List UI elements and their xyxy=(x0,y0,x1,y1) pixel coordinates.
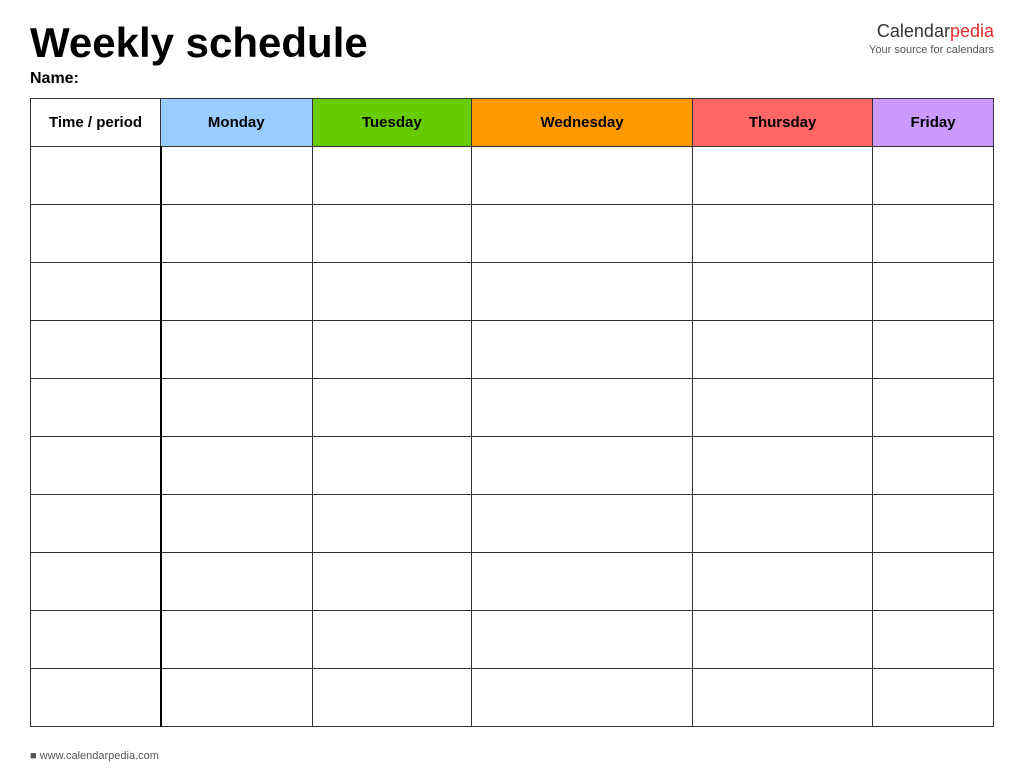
footer-url: ■ www.calendarpedia.com xyxy=(30,750,159,762)
main-title: Weekly schedule xyxy=(30,20,368,66)
table-cell[interactable] xyxy=(31,611,161,669)
table-row xyxy=(31,495,994,553)
table-cell[interactable] xyxy=(472,147,693,205)
header: Weekly schedule Name: Calendarpedia Your… xyxy=(30,20,994,88)
table-cell[interactable] xyxy=(161,669,313,727)
table-cell[interactable] xyxy=(312,611,472,669)
table-cell[interactable] xyxy=(161,379,313,437)
brand-name: Calendarpedia xyxy=(869,20,994,43)
table-cell[interactable] xyxy=(161,553,313,611)
table-cell[interactable] xyxy=(693,263,873,321)
table-cell[interactable] xyxy=(161,321,313,379)
table-cell[interactable] xyxy=(31,669,161,727)
table-cell[interactable] xyxy=(312,495,472,553)
brand-logo: Calendarpedia Your source for calendars xyxy=(869,20,994,58)
table-cell[interactable] xyxy=(161,263,313,321)
table-cell[interactable] xyxy=(161,437,313,495)
table-cell[interactable] xyxy=(312,379,472,437)
table-cell[interactable] xyxy=(472,437,693,495)
table-cell[interactable] xyxy=(31,263,161,321)
table-cell[interactable] xyxy=(693,669,873,727)
table-cell[interactable] xyxy=(31,379,161,437)
table-cell[interactable] xyxy=(873,553,994,611)
table-cell[interactable] xyxy=(312,321,472,379)
col-header-tuesday: Tuesday xyxy=(312,99,472,147)
table-cell[interactable] xyxy=(873,205,994,263)
table-row xyxy=(31,437,994,495)
page: Weekly schedule Name: Calendarpedia Your… xyxy=(0,0,1024,772)
brand-tagline: Your source for calendars xyxy=(869,43,994,57)
table-cell[interactable] xyxy=(161,611,313,669)
table-cell[interactable] xyxy=(312,669,472,727)
table-cell[interactable] xyxy=(312,263,472,321)
table-row xyxy=(31,553,994,611)
table-cell[interactable] xyxy=(693,205,873,263)
table-row xyxy=(31,147,994,205)
table-cell[interactable] xyxy=(693,611,873,669)
title-block: Weekly schedule Name: xyxy=(30,20,368,88)
table-cell[interactable] xyxy=(472,321,693,379)
table-body xyxy=(31,147,994,727)
table-cell[interactable] xyxy=(693,147,873,205)
table-cell[interactable] xyxy=(161,147,313,205)
table-cell[interactable] xyxy=(472,553,693,611)
col-header-wednesday: Wednesday xyxy=(472,99,693,147)
table-cell[interactable] xyxy=(161,495,313,553)
col-header-time: Time / period xyxy=(31,99,161,147)
table-header-row: Time / period Monday Tuesday Wednesday T… xyxy=(31,99,994,147)
table-cell[interactable] xyxy=(472,669,693,727)
table-cell[interactable] xyxy=(472,611,693,669)
table-cell[interactable] xyxy=(161,205,313,263)
name-label: Name: xyxy=(30,70,368,88)
table-cell[interactable] xyxy=(31,495,161,553)
table-cell[interactable] xyxy=(472,379,693,437)
table-cell[interactable] xyxy=(693,321,873,379)
table-row xyxy=(31,321,994,379)
table-cell[interactable] xyxy=(472,205,693,263)
brand-name-part1: Calendar xyxy=(877,21,950,41)
footer: ■ www.calendarpedia.com xyxy=(30,750,159,762)
table-cell[interactable] xyxy=(472,263,693,321)
table-cell[interactable] xyxy=(873,147,994,205)
col-header-thursday: Thursday xyxy=(693,99,873,147)
table-cell[interactable] xyxy=(873,379,994,437)
col-header-monday: Monday xyxy=(161,99,313,147)
schedule-table: Time / period Monday Tuesday Wednesday T… xyxy=(30,98,994,727)
table-cell[interactable] xyxy=(312,205,472,263)
table-cell[interactable] xyxy=(873,437,994,495)
table-cell[interactable] xyxy=(693,437,873,495)
table-cell[interactable] xyxy=(873,321,994,379)
table-cell[interactable] xyxy=(693,495,873,553)
table-cell[interactable] xyxy=(312,553,472,611)
table-row xyxy=(31,611,994,669)
col-header-friday: Friday xyxy=(873,99,994,147)
table-cell[interactable] xyxy=(31,553,161,611)
table-cell[interactable] xyxy=(312,147,472,205)
table-cell[interactable] xyxy=(873,495,994,553)
table-row xyxy=(31,379,994,437)
table-cell[interactable] xyxy=(693,553,873,611)
table-cell[interactable] xyxy=(873,263,994,321)
table-cell[interactable] xyxy=(31,321,161,379)
table-cell[interactable] xyxy=(873,611,994,669)
table-cell[interactable] xyxy=(31,437,161,495)
table-cell[interactable] xyxy=(873,669,994,727)
table-cell[interactable] xyxy=(693,379,873,437)
table-row xyxy=(31,205,994,263)
table-cell[interactable] xyxy=(31,147,161,205)
table-cell[interactable] xyxy=(312,437,472,495)
table-row xyxy=(31,263,994,321)
table-cell[interactable] xyxy=(31,205,161,263)
table-row xyxy=(31,669,994,727)
table-cell[interactable] xyxy=(472,495,693,553)
brand-name-part2: pedia xyxy=(950,21,994,41)
